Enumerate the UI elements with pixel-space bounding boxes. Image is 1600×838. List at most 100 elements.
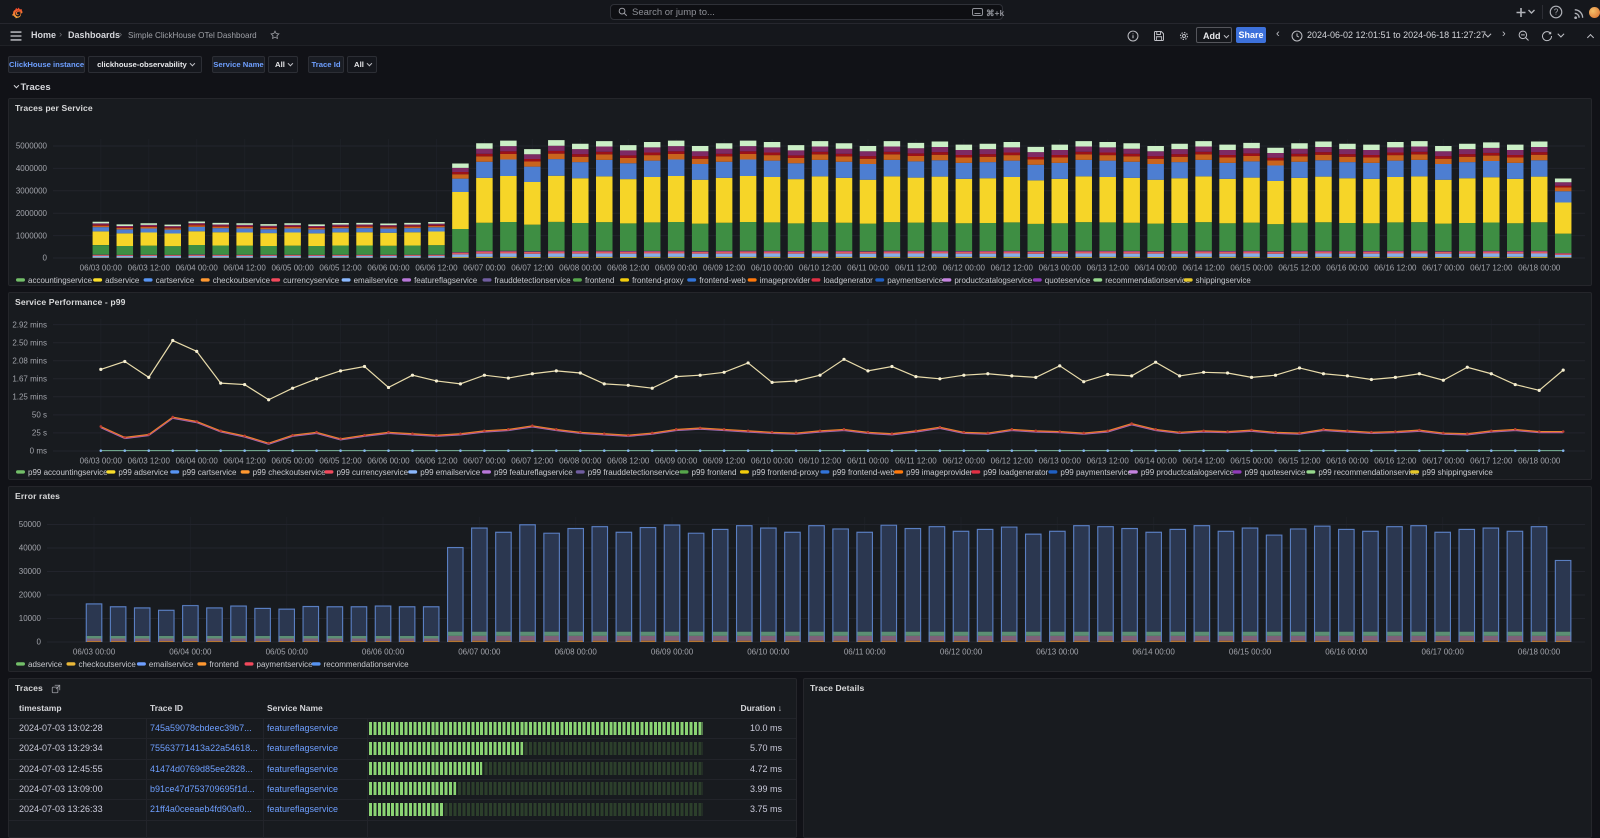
svg-text:2.92 mins: 2.92 mins (12, 320, 47, 329)
svg-text:06/12 12:00: 06/12 12:00 (991, 457, 1034, 466)
svg-text:06/05 00:00: 06/05 00:00 (266, 648, 309, 657)
svg-text:06/03 00:00: 06/03 00:00 (73, 648, 116, 657)
svg-text:06/13 00:00: 06/13 00:00 (1036, 648, 1079, 657)
svg-text:06/07 12:00: 06/07 12:00 (511, 264, 554, 273)
svg-text:p99 frontend-web: p99 frontend-web (832, 468, 895, 477)
svg-text:p99 accountingservice: p99 accountingservice (28, 468, 108, 477)
svg-text:featureflagservice: featureflagservice (414, 276, 478, 285)
svg-text:adservice: adservice (28, 660, 63, 669)
svg-text:emailservice: emailservice (354, 276, 399, 285)
svg-text:p99 shippingservice: p99 shippingservice (1422, 468, 1493, 477)
svg-text:25 s: 25 s (32, 429, 47, 438)
svg-text:quoteservice: quoteservice (1045, 276, 1091, 285)
svg-text:06/16 00:00: 06/16 00:00 (1326, 457, 1369, 466)
svg-text:06/14 12:00: 06/14 12:00 (1182, 264, 1225, 273)
svg-text:06/11 00:00: 06/11 00:00 (844, 648, 886, 657)
svg-text:06/05 12:00: 06/05 12:00 (319, 457, 362, 466)
svg-text:06/06 00:00: 06/06 00:00 (367, 457, 410, 466)
svg-text:06/13 00:00: 06/13 00:00 (1039, 457, 1082, 466)
svg-text:frauddetectionservice: frauddetectionservice (495, 276, 572, 285)
svg-text:06/17 00:00: 06/17 00:00 (1422, 648, 1465, 657)
svg-text:06/11 12:00: 06/11 12:00 (895, 457, 937, 466)
svg-text:paymentservice: paymentservice (887, 276, 944, 285)
svg-text:06/09 00:00: 06/09 00:00 (651, 648, 694, 657)
svg-text:06/06 12:00: 06/06 12:00 (415, 457, 458, 466)
svg-text:50 s: 50 s (32, 411, 47, 420)
svg-text:06/05 00:00: 06/05 00:00 (271, 264, 314, 273)
svg-text:50000: 50000 (19, 520, 42, 529)
svg-text:p99 loadgenerator: p99 loadgenerator (983, 468, 1048, 477)
svg-text:06/10 12:00: 06/10 12:00 (799, 264, 842, 273)
svg-text:frontend-web: frontend-web (699, 276, 746, 285)
svg-text:06/09 00:00: 06/09 00:00 (655, 457, 698, 466)
svg-text:06/12 00:00: 06/12 00:00 (943, 264, 986, 273)
svg-text:06/18 00:00: 06/18 00:00 (1518, 648, 1561, 657)
svg-text:p99 checkoutservice: p99 checkoutservice (253, 468, 326, 477)
svg-text:p99 currencyservice: p99 currencyservice (336, 468, 408, 477)
svg-text:06/07 12:00: 06/07 12:00 (511, 457, 554, 466)
svg-text:06/05 12:00: 06/05 12:00 (319, 264, 362, 273)
svg-text:06/04 00:00: 06/04 00:00 (176, 457, 219, 466)
svg-text:06/04 00:00: 06/04 00:00 (176, 264, 219, 273)
svg-text:06/17 12:00: 06/17 12:00 (1470, 264, 1513, 273)
svg-text:06/15 00:00: 06/15 00:00 (1229, 648, 1272, 657)
svg-text:0: 0 (37, 638, 42, 647)
svg-text:06/16 00:00: 06/16 00:00 (1325, 648, 1368, 657)
svg-text:5000000: 5000000 (16, 142, 48, 151)
svg-text:accountingservice: accountingservice (28, 276, 93, 285)
svg-text:06/11 00:00: 06/11 00:00 (847, 457, 889, 466)
svg-text:06/15 12:00: 06/15 12:00 (1278, 264, 1321, 273)
svg-text:06/13 00:00: 06/13 00:00 (1039, 264, 1082, 273)
svg-text:currencyservice: currencyservice (283, 276, 340, 285)
svg-text:06/04 00:00: 06/04 00:00 (169, 648, 212, 657)
svg-text:06/10 12:00: 06/10 12:00 (799, 457, 842, 466)
svg-text:06/03 00:00: 06/03 00:00 (80, 264, 123, 273)
svg-text:loadgenerator: loadgenerator (823, 276, 873, 285)
svg-text:06/13 12:00: 06/13 12:00 (1087, 457, 1130, 466)
svg-text:productcatalogservice: productcatalogservice (954, 276, 1032, 285)
svg-text:checkoutservice: checkoutservice (213, 276, 271, 285)
svg-text:1000000: 1000000 (16, 231, 48, 240)
svg-text:06/03 12:00: 06/03 12:00 (128, 264, 171, 273)
svg-text:06/05 00:00: 06/05 00:00 (271, 457, 314, 466)
svg-text:06/14 12:00: 06/14 12:00 (1182, 457, 1225, 466)
svg-text:frontend: frontend (209, 660, 238, 669)
svg-text:0 ms: 0 ms (30, 447, 47, 456)
svg-text:06/15 12:00: 06/15 12:00 (1278, 457, 1321, 466)
svg-text:recommendationservice: recommendationservice (1105, 276, 1190, 285)
svg-text:06/08 00:00: 06/08 00:00 (559, 457, 602, 466)
svg-text:06/14 00:00: 06/14 00:00 (1135, 457, 1178, 466)
svg-text:06/04 12:00: 06/04 12:00 (224, 264, 267, 273)
svg-text:p99 imageprovider: p99 imageprovider (906, 468, 973, 477)
svg-text:06/18 00:00: 06/18 00:00 (1518, 264, 1561, 273)
svg-text:2000000: 2000000 (16, 209, 48, 218)
svg-text:p99 cartservice: p99 cartservice (182, 468, 237, 477)
svg-text:06/09 12:00: 06/09 12:00 (703, 264, 746, 273)
svg-text:06/09 00:00: 06/09 00:00 (655, 264, 698, 273)
svg-text:p99 frontend: p99 frontend (692, 468, 737, 477)
svg-text:06/06 00:00: 06/06 00:00 (362, 648, 405, 657)
svg-text:06/07 00:00: 06/07 00:00 (463, 264, 506, 273)
svg-text:frontend-proxy: frontend-proxy (632, 276, 684, 285)
svg-text:cartservice: cartservice (156, 276, 195, 285)
svg-text:06/04 12:00: 06/04 12:00 (224, 457, 267, 466)
svg-text:06/10 00:00: 06/10 00:00 (747, 648, 790, 657)
svg-text:06/12 12:00: 06/12 12:00 (991, 264, 1034, 273)
svg-text:06/10 00:00: 06/10 00:00 (751, 264, 794, 273)
svg-text:p99 emailservice: p99 emailservice (420, 468, 481, 477)
svg-text:0: 0 (43, 254, 48, 263)
svg-text:imageprovider: imageprovider (760, 276, 811, 285)
svg-text:06/11 00:00: 06/11 00:00 (847, 264, 889, 273)
svg-text:recommendationservice: recommendationservice (324, 660, 409, 669)
svg-text:p99 productcatalogservice: p99 productcatalogservice (1141, 468, 1235, 477)
svg-text:06/08 12:00: 06/08 12:00 (607, 264, 650, 273)
svg-text:06/03 12:00: 06/03 12:00 (128, 457, 171, 466)
svg-text:06/15 00:00: 06/15 00:00 (1230, 457, 1273, 466)
svg-text:40000: 40000 (19, 544, 42, 553)
svg-text:06/03 00:00: 06/03 00:00 (80, 457, 123, 466)
svg-text:06/16 12:00: 06/16 12:00 (1374, 264, 1417, 273)
svg-text:06/06 00:00: 06/06 00:00 (367, 264, 410, 273)
svg-text:p99 recommendationservice: p99 recommendationservice (1318, 468, 1419, 477)
svg-text:p99 featureflagservice: p99 featureflagservice (494, 468, 573, 477)
svg-text:06/12 00:00: 06/12 00:00 (940, 648, 983, 657)
